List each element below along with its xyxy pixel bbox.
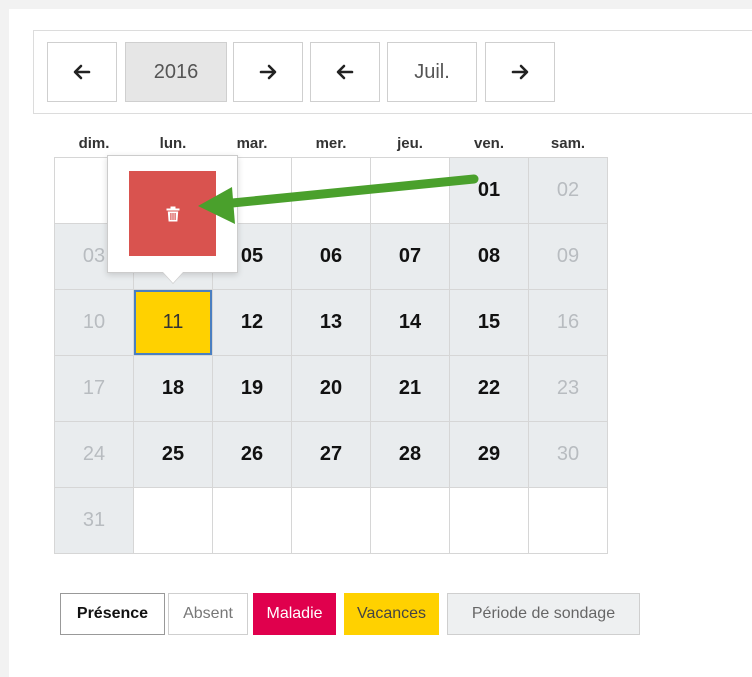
day-cell[interactable]: 20 <box>291 355 371 422</box>
day-cell[interactable]: 29 <box>449 421 529 488</box>
weekend-day-cell[interactable]: 23 <box>528 355 608 422</box>
calendar-week-row: 31 <box>54 487 608 554</box>
day-cell[interactable]: 26 <box>212 421 292 488</box>
weekend-day-cell[interactable]: 30 <box>528 421 608 488</box>
calendar-week-row: 17 18 19 20 21 22 23 <box>54 355 608 422</box>
popover-pointer <box>163 272 183 283</box>
previous-year-button[interactable] <box>47 42 117 102</box>
empty-day-cell <box>370 157 450 224</box>
day-cell[interactable]: 27 <box>291 421 371 488</box>
weekend-day-cell[interactable]: 17 <box>54 355 134 422</box>
weekend-day-cell[interactable]: 02 <box>528 157 608 224</box>
calendar-week-row: 24 25 26 27 28 29 30 <box>54 421 608 488</box>
month-label: Juil. <box>414 60 450 83</box>
empty-day-cell <box>370 487 450 554</box>
year-display[interactable]: 2016 <box>125 42 227 102</box>
day-cell[interactable]: 19 <box>212 355 292 422</box>
day-cell[interactable]: 01 <box>449 157 529 224</box>
month-display[interactable]: Juil. <box>387 42 477 102</box>
day-cell[interactable]: 22 <box>449 355 529 422</box>
weekday-header: mar. <box>236 135 268 152</box>
empty-day-cell <box>212 487 292 554</box>
calendar-week-row: 10 11 12 13 14 15 16 <box>54 289 608 356</box>
day-cell[interactable]: 13 <box>291 289 371 356</box>
day-cell[interactable]: 07 <box>370 223 450 290</box>
legend-absent: Absent <box>168 593 248 635</box>
weekend-day-cell[interactable]: 31 <box>54 487 134 554</box>
legend-maladie: Maladie <box>253 593 336 635</box>
day-cell[interactable]: 08 <box>449 223 529 290</box>
day-cell[interactable]: 25 <box>133 421 213 488</box>
trash-icon <box>166 206 179 221</box>
weekday-header: jeu. <box>397 135 423 152</box>
empty-day-cell <box>291 487 371 554</box>
weekday-header: ven. <box>473 135 504 152</box>
weekend-day-cell[interactable]: 09 <box>528 223 608 290</box>
year-label: 2016 <box>153 60 199 83</box>
legend-periode-de-sondage: Période de sondage <box>447 593 640 635</box>
day-cell[interactable]: 06 <box>291 223 371 290</box>
next-month-button[interactable] <box>485 42 555 102</box>
arrow-left-icon <box>73 64 91 80</box>
weekday-header: sam. <box>550 135 586 152</box>
empty-day-cell <box>291 157 371 224</box>
previous-month-button[interactable] <box>310 42 380 102</box>
left-background-strip <box>0 0 9 677</box>
next-year-button[interactable] <box>233 42 303 102</box>
top-background-band <box>0 0 752 9</box>
weekday-header: mer. <box>315 135 347 152</box>
legend-vacances: Vacances <box>344 593 439 635</box>
weekday-header: lun. <box>159 135 187 152</box>
arrow-left-icon <box>336 64 354 80</box>
empty-day-cell <box>133 487 213 554</box>
day-cell[interactable]: 21 <box>370 355 450 422</box>
legend-presence: Présence <box>60 593 165 635</box>
arrow-right-icon <box>511 64 529 80</box>
day-cell[interactable]: 14 <box>370 289 450 356</box>
weekend-day-cell[interactable]: 16 <box>528 289 608 356</box>
empty-day-cell <box>449 487 529 554</box>
empty-day-cell <box>528 487 608 554</box>
weekday-header: dim. <box>78 135 110 152</box>
day-cell[interactable]: 28 <box>370 421 450 488</box>
day-cell[interactable]: 18 <box>133 355 213 422</box>
day-cell[interactable]: 12 <box>212 289 292 356</box>
day-cell[interactable]: 15 <box>449 289 529 356</box>
selected-day-cell[interactable]: 11 <box>133 289 213 356</box>
weekend-day-cell[interactable]: 10 <box>54 289 134 356</box>
arrow-right-icon <box>259 64 277 80</box>
weekend-day-cell[interactable]: 24 <box>54 421 134 488</box>
delete-button[interactable] <box>129 171 216 256</box>
